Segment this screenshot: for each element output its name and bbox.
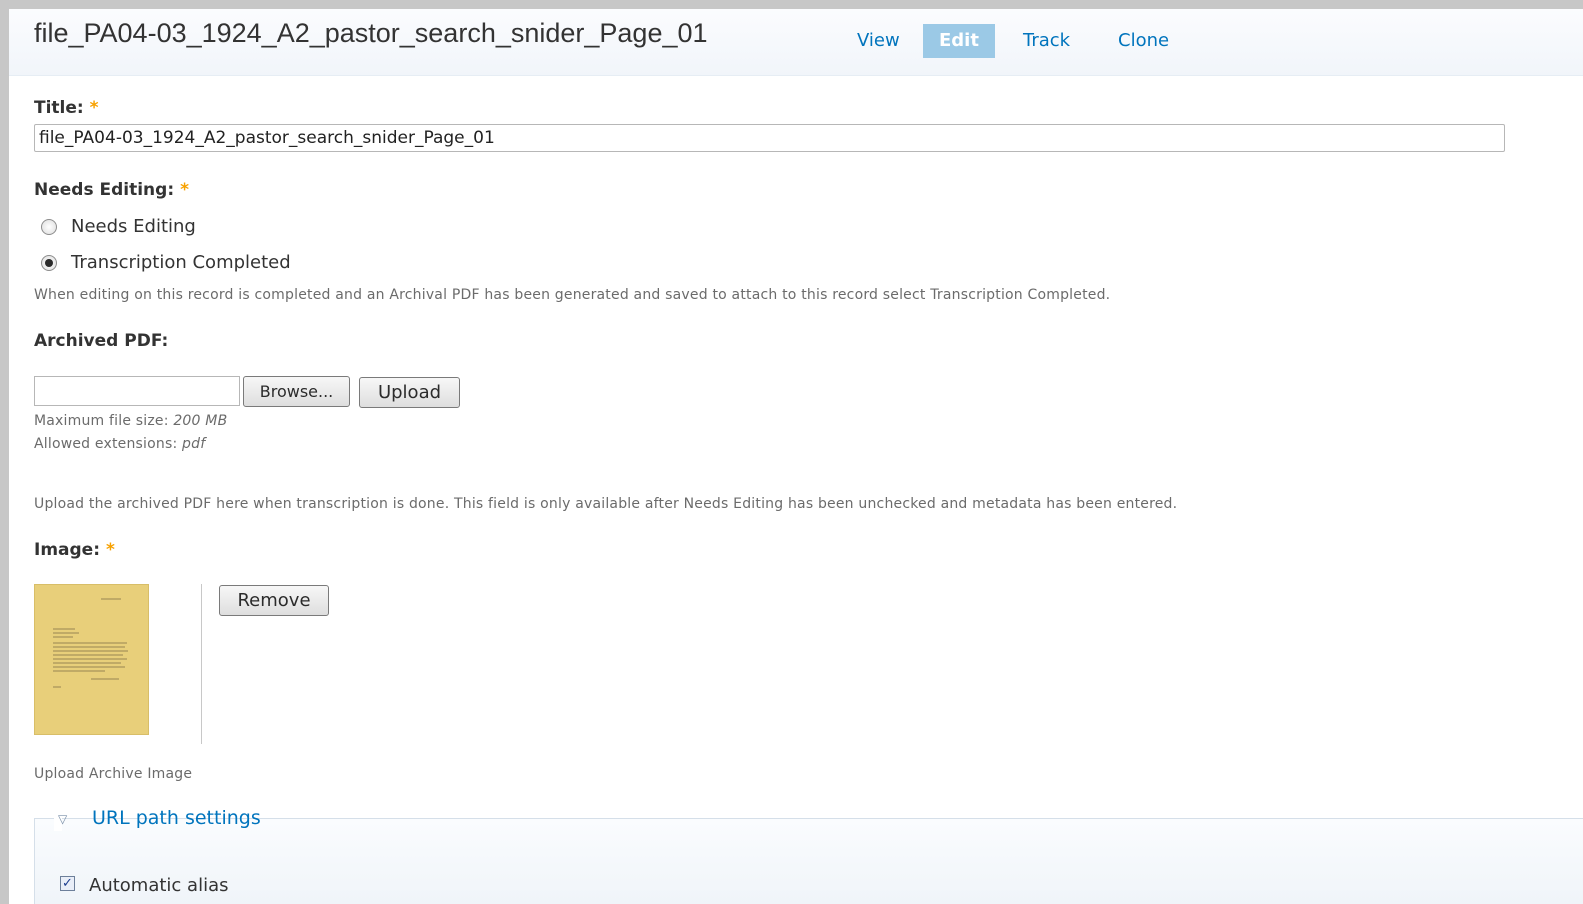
image-description: Upload Archive Image (34, 766, 193, 782)
needs-editing-label: Needs Editing: * (34, 180, 189, 200)
document-thumbnail (34, 584, 149, 735)
required-mark: * (180, 180, 189, 200)
pdf-file-input[interactable] (34, 376, 240, 406)
needs-editing-description: When editing on this record is completed… (34, 287, 1111, 303)
upload-button[interactable]: Upload (359, 377, 460, 408)
tab-clone[interactable]: Clone (1102, 24, 1185, 58)
radio-label: Transcription Completed (71, 252, 291, 273)
automatic-alias-checkbox[interactable]: ✓ (60, 876, 75, 891)
needs-editing-label-text: Needs Editing: (34, 180, 175, 200)
automatic-alias-label: Automatic alias (89, 875, 229, 896)
image-label: Image: * (34, 540, 115, 560)
page-header: file_PA04-03_1924_A2_pastor_search_snide… (9, 9, 1583, 76)
max-file-size-value: 200 MB (173, 413, 228, 429)
title-label: Title: * (34, 98, 99, 118)
divider (201, 584, 202, 744)
triangle-down-icon[interactable]: ▽ (58, 812, 67, 826)
url-path-legend-label[interactable]: URL path settings (92, 807, 261, 829)
required-mark: * (105, 540, 115, 560)
allowed-extensions-value: pdf (182, 436, 206, 452)
archived-pdf-label: Archived PDF: (34, 331, 169, 351)
max-file-size: Maximum file size: 200 MB (34, 413, 227, 429)
radio-button[interactable] (41, 219, 57, 235)
url-path-legend[interactable]: ▽ URL path settings (54, 807, 261, 831)
radio-label: Needs Editing (71, 216, 196, 237)
tab-edit[interactable]: Edit (923, 24, 995, 58)
image-label-text: Image: (34, 540, 101, 560)
document-page-icon (53, 598, 128, 688)
archived-pdf-description: Upload the archived PDF here when transc… (34, 496, 1178, 512)
max-file-size-label: Maximum file size: (34, 413, 169, 429)
title-input[interactable] (34, 124, 1505, 152)
allowed-extensions-label: Allowed extensions: (34, 436, 178, 452)
url-path-fieldset (34, 818, 1583, 904)
radio-button-selected[interactable] (41, 255, 57, 271)
tab-view[interactable]: View (841, 24, 916, 58)
remove-button[interactable]: Remove (219, 585, 329, 616)
page-title: file_PA04-03_1924_A2_pastor_search_snide… (34, 18, 708, 48)
required-mark: * (89, 98, 99, 118)
allowed-extensions: Allowed extensions: pdf (34, 436, 205, 452)
title-label-text: Title: (34, 98, 84, 118)
browse-button[interactable]: Browse... (243, 376, 350, 407)
content-panel: file_PA04-03_1924_A2_pastor_search_snide… (9, 9, 1583, 904)
tab-track[interactable]: Track (1007, 24, 1086, 58)
